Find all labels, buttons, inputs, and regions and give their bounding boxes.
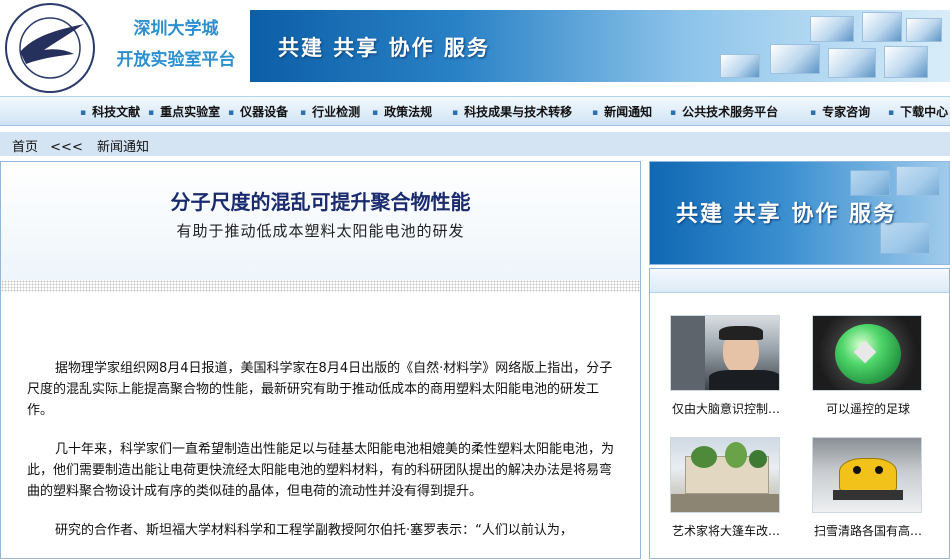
- nav-item-key-labs[interactable]: 重点实验室: [148, 103, 220, 120]
- breadcrumb-home[interactable]: 首页: [12, 140, 38, 155]
- banner-cube: [906, 18, 942, 42]
- photo-news-caption: 仅由大脑意识控制…: [671, 402, 780, 416]
- article-paragraph: 据物理学家组织网8月4日报道，美国科学家在8月4日出版的《自然·材料学》网络版上…: [27, 361, 613, 418]
- banner-cube: [828, 48, 876, 78]
- garden-caravan-photo: [670, 437, 780, 513]
- breadcrumb-current[interactable]: 新闻通知: [97, 140, 149, 155]
- nav-item-public-tech-platform[interactable]: 公共技术服务平台: [670, 103, 778, 120]
- breadcrumb: 首页 <<< 新闻通知: [0, 132, 950, 156]
- banner-cube: [720, 54, 760, 78]
- article-panel: 分子尺度的混乱可提升聚合物性能 有助于推动低成本塑料太阳能电池的研发 据物理学家…: [0, 161, 641, 559]
- nav-item-instruments[interactable]: 仪器设备: [228, 103, 288, 120]
- banner-cube: [850, 170, 890, 196]
- robotic-ball-photo: [812, 315, 922, 391]
- photo-news-caption: 可以遥控的足球: [825, 402, 910, 416]
- nav-item-news[interactable]: 新闻通知: [592, 103, 652, 120]
- nav-item-tech-transfer[interactable]: 科技成果与技术转移: [452, 103, 572, 120]
- banner-cube: [884, 46, 928, 78]
- news-photos-box-header: [650, 269, 949, 293]
- article-divider: [1, 280, 640, 292]
- banner-cube: [862, 12, 902, 42]
- nav-item-industry-testing[interactable]: 行业检测: [300, 103, 360, 120]
- site-title-line2: 开放实验室平台: [116, 50, 236, 70]
- article-paragraph: 几十年来，科学家们一直希望制造出性能足以与硅基太阳能电池相媲美的柔性塑料太阳能电…: [27, 442, 615, 499]
- banner-slogan: 共建 共享 协作 服务: [278, 36, 490, 60]
- photo-news-caption: 扫雪清路各国有高…: [813, 524, 922, 538]
- article-subtitle: 有助于推动低成本塑料太阳能电池的研发: [176, 222, 465, 240]
- site-title[interactable]: 深圳大学城 开放实验室平台: [106, 14, 246, 76]
- header-banner: 共建 共享 协作 服务: [250, 10, 950, 82]
- nav-item-downloads[interactable]: 下载中心: [888, 103, 948, 120]
- nav-item-expert-consulting[interactable]: 专家咨询: [810, 103, 870, 120]
- banner-cube: [810, 16, 854, 42]
- nav-item-policies[interactable]: 政策法规: [372, 103, 432, 120]
- article-title: 分子尺度的混乱可提升聚合物性能: [170, 190, 471, 214]
- site-title-line1: 深圳大学城: [133, 19, 219, 39]
- university-logo[interactable]: [4, 2, 96, 94]
- article-header: 分子尺度的混乱可提升聚合物性能 有助于推动低成本塑料太阳能电池的研发: [1, 162, 640, 280]
- banner-cube: [896, 166, 940, 196]
- sidebar-banner-slogan: 共建 共享 协作 服务: [676, 202, 897, 227]
- sidebar-banner: 共建 共享 协作 服务: [649, 161, 950, 265]
- photo-news-item[interactable]: 扫雪清路各国有高…: [812, 437, 924, 539]
- snow-plow-robot-photo: [812, 437, 922, 513]
- news-photos-box: 仅由大脑意识控制… 可以遥控的足球 艺术家将大篷车改… 扫雪清路各国有高…: [649, 268, 950, 559]
- breadcrumb-separator: <<<: [50, 140, 83, 155]
- article-body: 据物理学家组织网8月4日报道，美国科学家在8月4日出版的《自然·材料学》网络版上…: [27, 358, 617, 558]
- main-nav: 科技文献 重点实验室 仪器设备 行业检测 政策法规 科技成果与技术转移 新闻通知…: [0, 96, 950, 126]
- photo-news-caption: 艺术家将大篷车改…: [671, 524, 780, 538]
- photo-news-item[interactable]: 仅由大脑意识控制…: [670, 315, 782, 417]
- banner-cube: [770, 44, 820, 74]
- photo-news-item[interactable]: 艺术家将大篷车改…: [670, 437, 782, 539]
- site-header: 深圳大学城 开放实验室平台 共建 共享 协作 服务: [0, 0, 950, 96]
- photo-news-item[interactable]: 可以遥控的足球: [812, 315, 924, 417]
- article-paragraph: 研究的合作者、斯坦福大学材料科学和工程学副教授阿尔伯托·塞罗表示：“人们以前认为…: [55, 523, 573, 538]
- nav-item-sci-literature[interactable]: 科技文献: [80, 103, 140, 120]
- man-with-eeg-headset-photo: [670, 315, 780, 391]
